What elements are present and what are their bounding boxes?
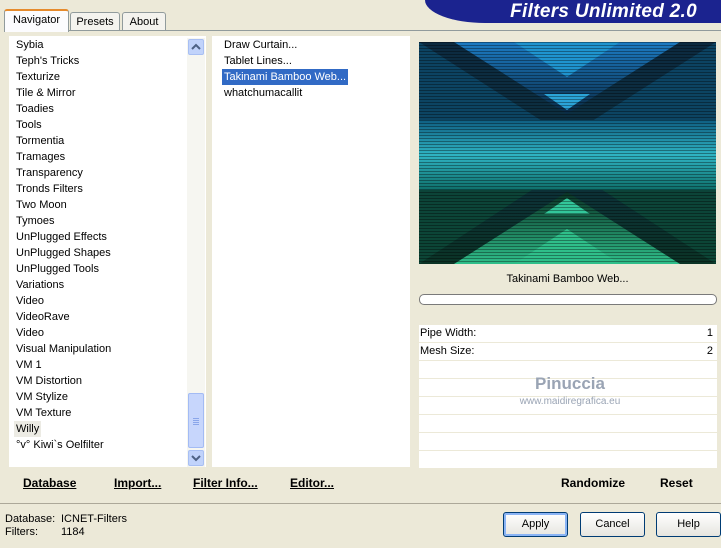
scroll-thumb[interactable]: [188, 393, 204, 448]
watermark-name: Pinuccia: [535, 374, 605, 393]
category-item[interactable]: Tramages: [14, 149, 67, 165]
category-item[interactable]: °v° Kiwi`s Oelfilter: [14, 437, 106, 453]
param-row[interactable]: Pipe Width: 1: [419, 325, 717, 342]
category-item[interactable]: Video: [14, 293, 46, 309]
filter-item[interactable]: Takinami Bamboo Web...: [222, 69, 349, 85]
category-item[interactable]: Willy: [14, 421, 42, 437]
tab-presets[interactable]: Presets: [70, 12, 120, 31]
preview-filter-name: Takinami Bamboo Web...: [506, 273, 629, 285]
category-item[interactable]: Variations: [14, 277, 66, 293]
category-item[interactable]: Texturize: [14, 69, 62, 85]
database-button[interactable]: Database: [23, 476, 76, 490]
param-name: Mesh Size:: [420, 345, 475, 357]
watermark-url: www.maidiregrafica.eu: [519, 396, 621, 407]
category-item[interactable]: VideoRave: [14, 309, 72, 325]
category-item[interactable]: VM Stylize: [14, 389, 70, 405]
filter-item[interactable]: Draw Curtain...: [222, 37, 299, 53]
help-button[interactable]: Help: [656, 512, 721, 537]
category-item[interactable]: Transparency: [14, 165, 85, 181]
separator: [0, 503, 721, 504]
param-row[interactable]: [419, 451, 717, 468]
reset-button[interactable]: Reset: [660, 476, 693, 490]
apply-button[interactable]: Apply: [503, 512, 568, 537]
category-item[interactable]: VM Texture: [14, 405, 73, 421]
filter-item[interactable]: whatchumacallit: [222, 85, 304, 101]
tab-navigator[interactable]: Navigator: [4, 9, 69, 32]
preview-image: [419, 42, 716, 264]
category-list[interactable]: Sybia Teph's Tricks Texturize Tile & Mirror…: [9, 36, 206, 467]
category-item[interactable]: VM Distortion: [14, 373, 84, 389]
import-button[interactable]: Import...: [114, 476, 161, 490]
category-item[interactable]: VM 1: [14, 357, 44, 373]
category-item[interactable]: UnPlugged Tools: [14, 261, 101, 277]
filter-item[interactable]: Tablet Lines...: [222, 53, 294, 69]
category-item[interactable]: Tormentia: [14, 133, 66, 149]
category-item[interactable]: Tools: [14, 117, 44, 133]
chevron-down-icon: [191, 455, 201, 462]
database-status: Database: ICNET-Filters: [5, 513, 127, 525]
cancel-button[interactable]: Cancel: [580, 512, 645, 537]
category-item[interactable]: UnPlugged Effects: [14, 229, 109, 245]
category-item[interactable]: Sybia: [14, 37, 46, 53]
param-name: Pipe Width:: [420, 327, 477, 339]
tab-about[interactable]: About: [122, 12, 166, 31]
category-scrollbar[interactable]: [187, 38, 205, 467]
param-row[interactable]: Mesh Size: 2: [419, 343, 717, 360]
category-item[interactable]: Tymoes: [14, 213, 57, 229]
chevron-up-icon: [191, 43, 201, 50]
category-item[interactable]: Two Moon: [14, 197, 69, 213]
param-row[interactable]: [419, 433, 717, 450]
app-title: Filters Unlimited 2.0: [510, 1, 697, 22]
title-banner: Filters Unlimited 2.0: [425, 0, 721, 23]
filters-status: Filters: 1184: [5, 526, 85, 538]
progress-bar: [419, 294, 717, 305]
category-item[interactable]: Video: [14, 325, 46, 341]
category-item[interactable]: Teph's Tricks: [14, 53, 81, 69]
scroll-down-button[interactable]: [188, 450, 204, 466]
category-item[interactable]: UnPlugged Shapes: [14, 245, 113, 261]
param-value: 1: [706, 327, 713, 339]
filter-info-button[interactable]: Filter Info...: [193, 476, 258, 490]
scroll-up-button[interactable]: [188, 39, 204, 55]
param-row[interactable]: [419, 415, 717, 432]
category-item[interactable]: Visual Manipulation: [14, 341, 113, 357]
category-item[interactable]: Tile & Mirror: [14, 85, 77, 101]
category-item[interactable]: Toadies: [14, 101, 56, 117]
editor-button[interactable]: Editor...: [290, 476, 334, 490]
filter-list[interactable]: Draw Curtain... Tablet Lines... Takinami B…: [212, 36, 410, 467]
param-value: 2: [706, 345, 713, 357]
category-item[interactable]: Tronds Filters: [14, 181, 85, 197]
randomize-button[interactable]: Randomize: [561, 476, 625, 490]
